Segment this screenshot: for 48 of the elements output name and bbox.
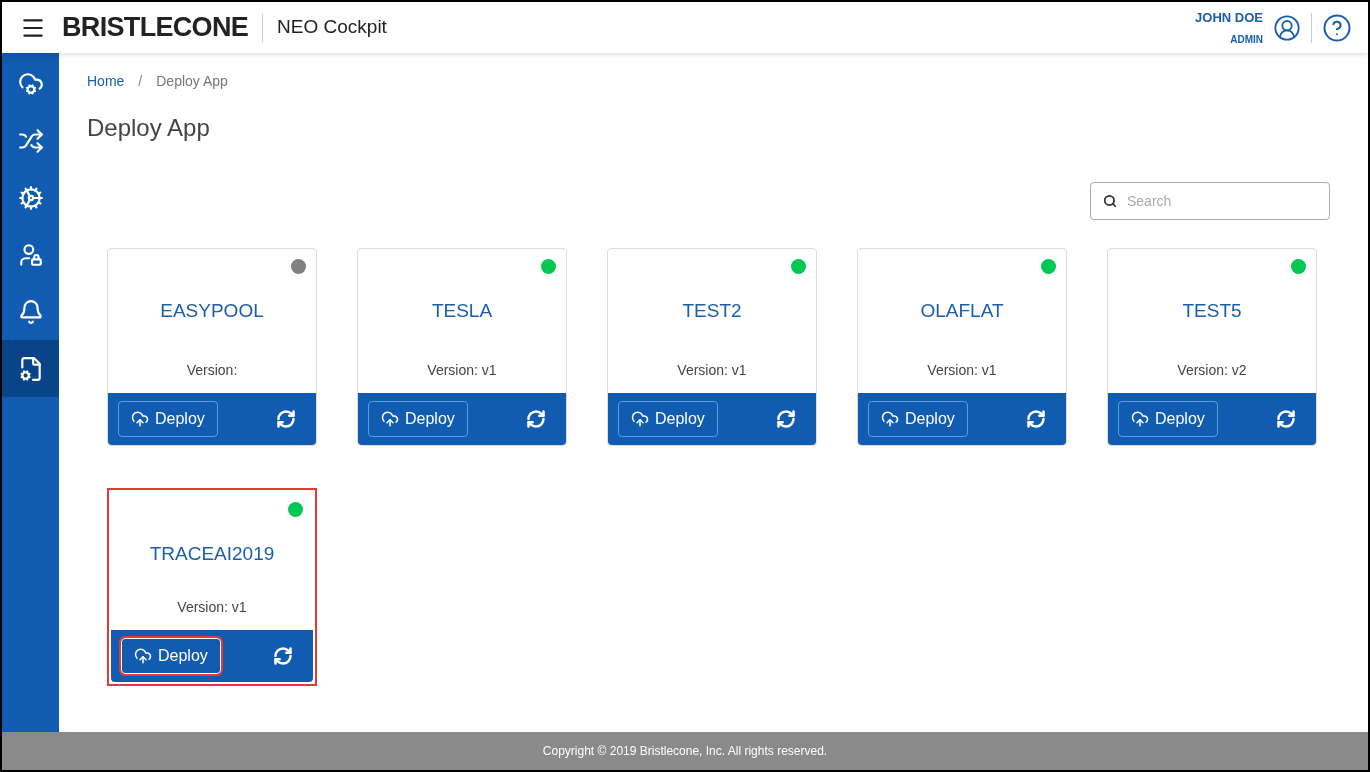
cloud-upload-icon [131,410,149,428]
app-name: TEST2 [682,299,742,323]
deploy-button[interactable]: Deploy [368,401,468,437]
cloud-upload-icon [381,410,399,428]
bell-icon [17,298,44,325]
breadcrumb-link[interactable]: Home [87,71,125,92]
sidebar-item[interactable] [2,340,59,397]
shuffle-arrows-icon [17,127,44,154]
refresh-icon[interactable] [526,409,546,429]
app-version: Version: v1 [677,361,747,380]
user-name: JOHN DOE [1195,9,1263,28]
cloud-upload-icon [1131,410,1149,428]
refresh-icon[interactable] [276,409,296,429]
app-name: EASYPOOL [160,299,264,323]
app-name: TRACEAI2019 [149,542,275,566]
deploy-button[interactable]: Deploy [1118,401,1218,437]
deploy-button[interactable]: Deploy [121,638,221,674]
breadcrumb-current: Deploy App [156,72,228,91]
refresh-icon[interactable] [273,646,293,666]
breadcrumb-separator: / [138,72,143,91]
gear-icon [17,184,44,211]
app-version: Version: v2 [1177,361,1247,380]
refresh-icon[interactable] [1276,409,1296,429]
app-name-title: NEO Cockpit [277,15,387,40]
help-icon[interactable] [1322,12,1352,43]
deploy-button[interactable]: Deploy [868,401,968,437]
app-version: Version: v1 [427,361,497,380]
copyright-text: Copyright © 2019 Bristlecone, Inc. All rights reserved. [542,743,828,760]
search-icon [1103,194,1117,208]
refresh-icon[interactable] [776,409,796,429]
app-version: Version: v1 [927,361,997,380]
cloud-upload-icon [134,647,152,665]
refresh-icon[interactable] [1026,409,1046,429]
deploy-button[interactable]: Deploy [118,401,218,437]
user-lock-icon [17,241,44,268]
app-name: OLAFLAT [920,299,1004,323]
cloud-upload-icon [631,410,649,428]
app-version: Version: [186,361,238,380]
page-title: Deploy App [87,113,211,143]
deploy-button[interactable]: Deploy [618,401,718,437]
app-version: Version: v1 [177,598,247,617]
user-role: ADMIN [1230,32,1263,47]
app-name: TESLA [431,299,493,323]
cloud-upload-icon [881,410,899,428]
app-name: TEST5 [1182,299,1242,323]
logo: BRISTLECONE [62,11,249,45]
search-field[interactable]: Search [1090,182,1330,220]
user-avatar-icon[interactable] [1273,13,1301,42]
